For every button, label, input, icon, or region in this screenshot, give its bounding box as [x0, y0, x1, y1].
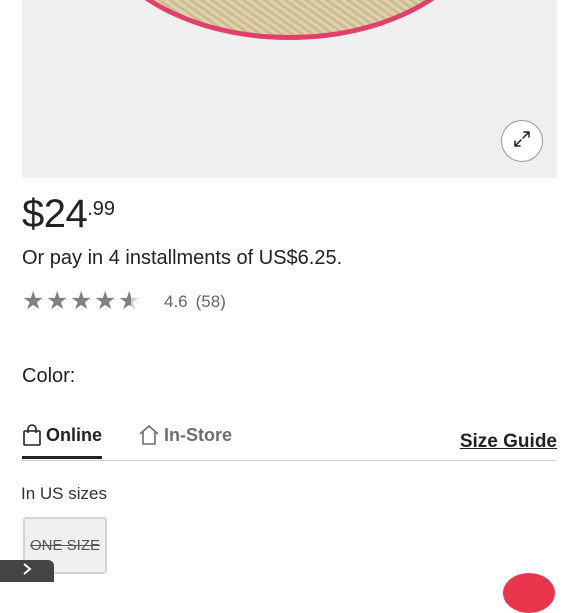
star-icon: ★ — [94, 287, 117, 315]
tab-in-store-label: In-Store — [164, 424, 233, 445]
tab-in-store[interactable]: In-Store — [138, 424, 232, 446]
shopping-bag-icon — [22, 424, 42, 446]
tab-online[interactable]: Online — [22, 424, 103, 459]
color-label: Color: — [22, 365, 76, 387]
installments-text: Or pay in 4 installments of US$6.25. — [22, 247, 343, 269]
product-image[interactable] — [22, 0, 557, 178]
zoom-button[interactable] — [501, 120, 543, 162]
review-count[interactable]: (58) — [196, 292, 226, 312]
star-rating: ★ ★ ★ ★ ★ — [22, 289, 142, 314]
half-star-icon: ★ — [118, 287, 141, 315]
tab-online-label: Online — [46, 424, 103, 445]
sizes-label: In US sizes — [21, 484, 107, 503]
price-main: $24 — [22, 192, 88, 236]
chevron-right-icon — [21, 562, 33, 581]
rating[interactable]: ★ ★ ★ ★ ★ 4.6 (58) — [22, 289, 226, 314]
chat-bubble-icon[interactable] — [503, 573, 555, 613]
size-option-label: ONE SIZE — [29, 537, 100, 554]
price: $24.99 — [22, 192, 115, 237]
house-icon — [138, 424, 160, 446]
star-icon: ★ — [70, 287, 93, 315]
rating-value: 4.6 — [164, 291, 188, 311]
scroll-right-button[interactable] — [0, 560, 54, 582]
size-guide-link[interactable]: Size Guide — [460, 431, 557, 453]
price-cents: .99 — [87, 198, 116, 220]
star-icon: ★ — [22, 287, 45, 315]
star-icon: ★ — [46, 287, 69, 315]
expand-icon — [512, 129, 532, 154]
